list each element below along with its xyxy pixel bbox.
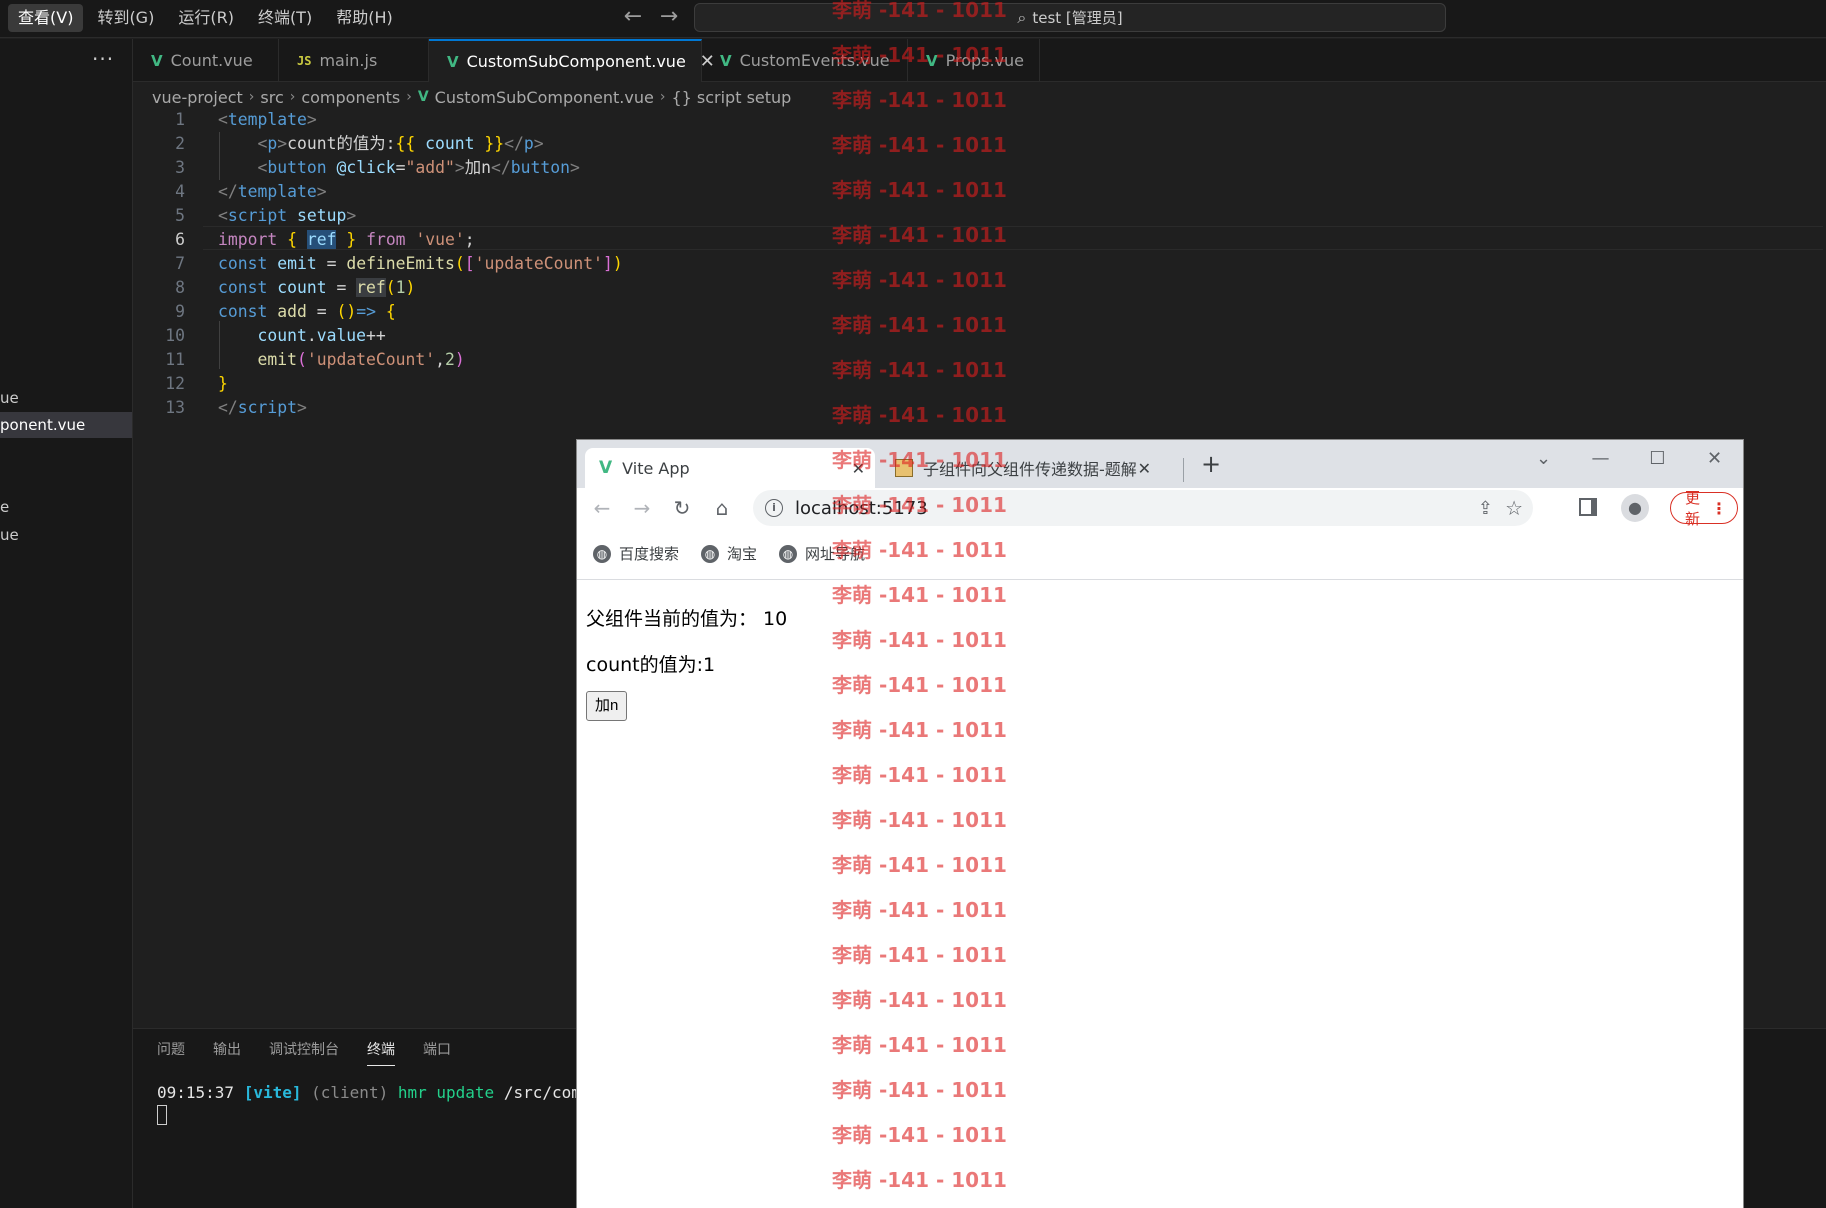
bookmark-nav[interactable]: ◍ 网址导航 (779, 543, 865, 564)
chevron-right-icon: › (406, 89, 412, 105)
panel-tabs: 问题 输出 调试控制台 终端 端口 (157, 1039, 451, 1066)
tab-search-icon[interactable]: ⌄ (1515, 440, 1572, 480)
chevron-right-icon: › (248, 89, 255, 105)
panel-tab-output[interactable]: 输出 (213, 1039, 241, 1066)
web-page-content: 父组件当前的值为： 10 count的值为:1 加n (577, 580, 1743, 1208)
address-url: localhost:5173 (795, 497, 928, 519)
kebab-menu-icon: ⋮ (1711, 498, 1727, 518)
terminal-cursor (157, 1105, 167, 1125)
tab-customevents-vue[interactable]: V CustomEvents.vue (702, 39, 908, 82)
page-favicon-icon (895, 459, 913, 477)
breadcrumb-item[interactable]: vue-project (152, 88, 243, 107)
breadcrumb-item[interactable]: src (260, 88, 283, 107)
bookmark-star-icon[interactable]: ☆ (1505, 496, 1523, 520)
explorer-file-item-selected[interactable]: ponent.vue (0, 412, 132, 438)
browser-window: V Vite App ✕ 子组件向父组件传递数据-题解 ✕ + ⌄ — ☐ ✕ … (577, 440, 1743, 1208)
panel-tab-terminal[interactable]: 终端 (367, 1039, 395, 1066)
back-arrow-icon[interactable]: ← (620, 4, 646, 32)
tab-label: Props.vue (945, 51, 1025, 70)
search-box-label: test [管理员] (1032, 9, 1123, 27)
explorer-sidebar: ··· ue ponent.vue e ue (0, 39, 133, 1208)
menu-bar: 查看(V) 转到(G) 运行(R) 终端(T) 帮助(H) (8, 4, 403, 32)
minimize-icon[interactable]: — (1572, 440, 1629, 480)
side-panel-icon[interactable] (1579, 498, 1597, 516)
update-chrome-button[interactable]: 更新 ⋮ (1670, 489, 1738, 528)
site-info-icon[interactable]: i (765, 499, 783, 517)
bookmark-label: 百度搜索 (619, 545, 680, 563)
vue-file-icon: V (720, 51, 732, 70)
forward-icon[interactable]: → (629, 496, 655, 520)
bookmark-label: 淘宝 (727, 545, 758, 563)
explorer-file-item[interactable]: e (0, 494, 132, 520)
browser-tab-title: Vite App (622, 458, 690, 478)
chevron-right-icon: › (659, 89, 666, 105)
tab-count-vue[interactable]: V Count.vue (133, 39, 279, 82)
globe-icon: ◍ (779, 544, 798, 563)
nav-arrows: ← → (620, 4, 682, 32)
update-label: 更新 (1685, 489, 1701, 528)
breadcrumb-item[interactable]: {} script setup (671, 88, 791, 107)
globe-icon: ◍ (701, 544, 720, 563)
more-actions-icon[interactable]: ··· (92, 47, 114, 71)
browser-tab-title: 子组件向父组件传递数据-题解 (923, 460, 1137, 479)
browser-tab-vite-app[interactable]: V Vite App ✕ (585, 448, 875, 488)
tab-separator (1183, 458, 1184, 482)
back-icon[interactable]: ← (589, 496, 615, 520)
menu-help[interactable]: 帮助(H) (326, 4, 403, 32)
tab-props-vue[interactable]: V Props.vue (908, 39, 1040, 82)
breadcrumb: vue-project › src › components › V Custo… (152, 85, 791, 109)
maximize-icon[interactable]: ☐ (1629, 440, 1686, 480)
terminal-output-line: 09:15:37 [vite] (client) hmr update /src… (157, 1083, 610, 1102)
tab-main-js[interactable]: JS main.js (279, 39, 429, 82)
breadcrumb-item[interactable]: components (301, 88, 400, 107)
bookmarks-bar: ◍ 百度搜索 ◍ 淘宝 ◍ 网址导航 (593, 543, 865, 564)
breadcrumb-item[interactable]: CustomSubComponent.vue (435, 88, 654, 107)
globe-icon: ◍ (593, 544, 611, 563)
close-tab-icon[interactable]: ✕ (1138, 459, 1151, 478)
bookmark-label: 网址导航 (805, 545, 866, 563)
new-tab-icon[interactable]: + (1201, 450, 1221, 478)
address-bar[interactable]: i localhost:5173 ⇪ ☆ (753, 490, 1533, 526)
tab-label: Count.vue (170, 51, 253, 70)
tab-label: CustomSubComponent.vue (466, 52, 686, 71)
chevron-right-icon: › (289, 89, 296, 105)
add-n-button[interactable]: 加n (586, 691, 628, 721)
child-count-text: count的值为:1 (586, 654, 716, 676)
menu-view[interactable]: 查看(V) (8, 4, 84, 32)
bookmark-baidu[interactable]: ◍ 百度搜索 (593, 543, 679, 564)
panel-tab-ports[interactable]: 端口 (423, 1039, 451, 1066)
tab-customsubcomponent-vue[interactable]: V CustomSubComponent.vue ✕ (429, 39, 715, 82)
forward-arrow-icon[interactable]: → (656, 4, 682, 32)
parent-value-text: 父组件当前的值为： 10 (586, 608, 788, 630)
window-controls: ⌄ — ☐ ✕ (1515, 440, 1743, 480)
explorer-file-item[interactable]: ue (0, 385, 132, 411)
menu-run[interactable]: 运行(R) (168, 4, 244, 32)
vue-favicon-icon: V (599, 458, 613, 478)
share-icon[interactable]: ⇪ (1478, 498, 1493, 519)
home-icon[interactable]: ⌂ (709, 496, 735, 520)
browser-tab-strip: V Vite App ✕ 子组件向父组件传递数据-题解 ✕ + ⌄ — ☐ ✕ (577, 440, 1743, 488)
reload-icon[interactable]: ↻ (669, 496, 695, 520)
explorer-file-item[interactable]: ue (0, 522, 132, 548)
tab-label: CustomEvents.vue (739, 51, 890, 70)
panel-tab-debug-console[interactable]: 调试控制台 (269, 1039, 339, 1066)
menu-terminal[interactable]: 终端(T) (248, 4, 322, 32)
close-tab-icon[interactable]: ✕ (852, 459, 865, 478)
editor-tabs: V Count.vue JS main.js V CustomSubCompon… (133, 39, 1826, 82)
tab-label: main.js (319, 51, 378, 70)
profile-avatar-icon[interactable]: ● (1621, 494, 1649, 522)
vue-file-icon: V (151, 51, 163, 70)
js-file-icon: JS (297, 53, 312, 68)
title-bar: 查看(V) 转到(G) 运行(R) 终端(T) 帮助(H) ← → ⌕ test… (0, 0, 1826, 38)
command-center-search[interactable]: ⌕ test [管理员] (694, 3, 1446, 32)
vue-file-icon: V (417, 89, 429, 105)
panel-tab-problems[interactable]: 问题 (157, 1039, 185, 1066)
search-icon: ⌕ (1017, 7, 1027, 27)
vue-file-icon: V (926, 51, 938, 70)
vue-file-icon: V (447, 52, 459, 71)
bookmark-taobao[interactable]: ◍ 淘宝 (701, 543, 757, 564)
close-window-icon[interactable]: ✕ (1686, 440, 1743, 480)
menu-goto[interactable]: 转到(G) (87, 4, 164, 32)
browser-tab-solution[interactable]: 子组件向父组件传递数据-题解 ✕ (881, 448, 1161, 488)
